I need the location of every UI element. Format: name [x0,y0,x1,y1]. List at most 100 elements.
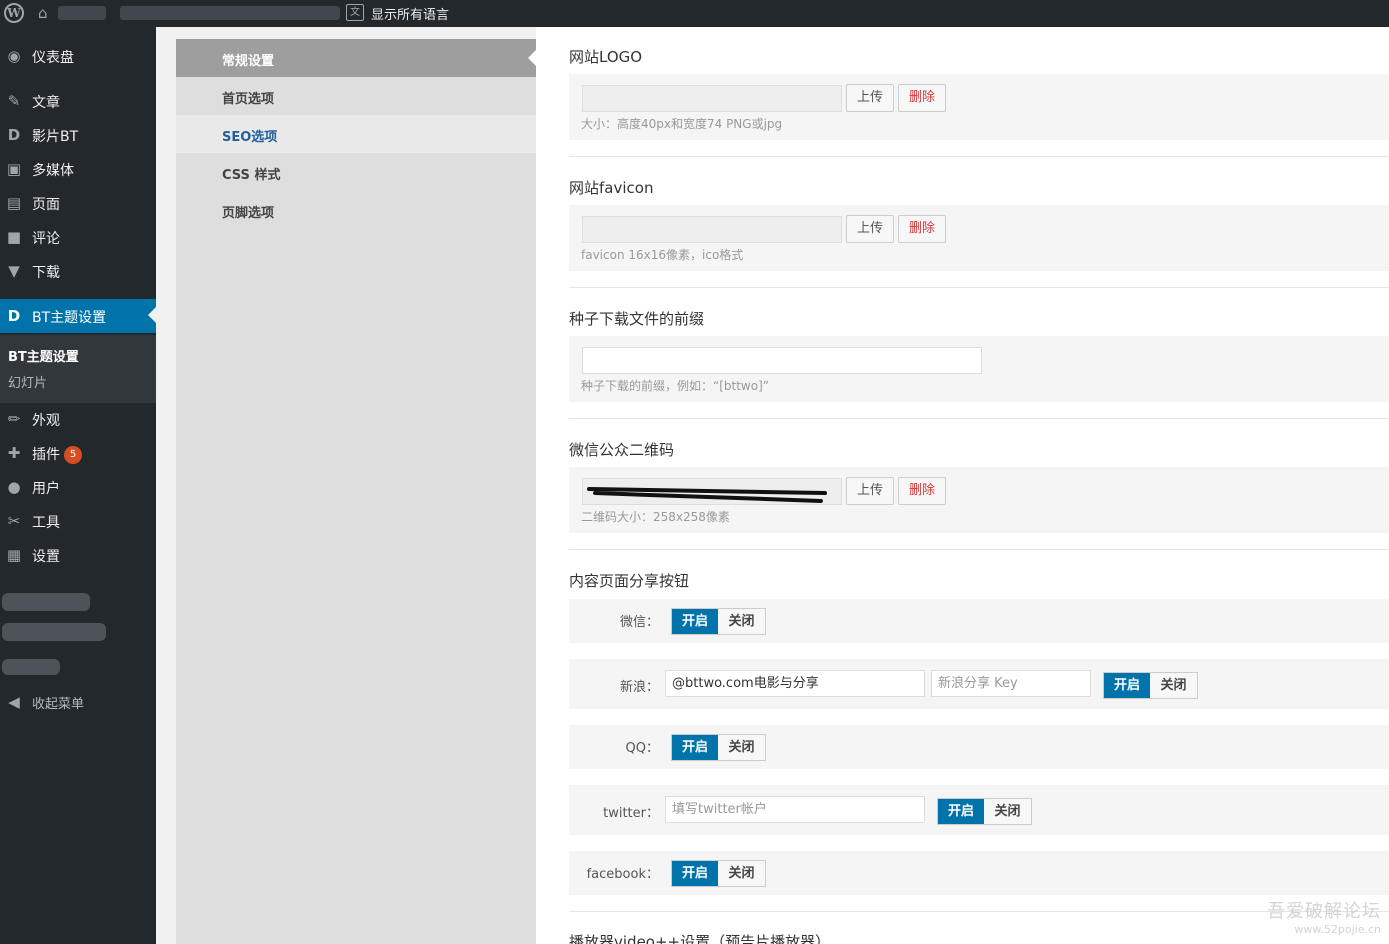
admin-sidebar: ◉ 仪表盘 ✎ 文章 D 影片BT ▣ 多媒体 ▤ 页面 ■ 评论 ▼ 下载 D… [0,27,156,944]
home-icon[interactable]: ⌂ [38,4,48,22]
menu-item-pages[interactable]: ▤ 页面 [0,186,156,220]
wechat-qr-hint: 二维码大小：258x258像素 [581,510,730,524]
toggle-off-option[interactable]: 关闭 [718,735,765,760]
logo-hint: 大小：高度40px和宽度74 PNG或jpg [581,117,783,131]
menu-item-bt-theme-settings[interactable]: D BT主题设置 [0,299,156,333]
share-weibo-toggle[interactable]: 开启 关闭 [1103,672,1198,699]
section-title-favicon: 网站favicon [569,179,654,197]
blurred-admin-items [120,6,340,20]
torrent-prefix-input[interactable] [582,347,982,374]
page-icon: ▤ [6,194,22,212]
menu-item-label: 仪表盘 [32,50,74,66]
menu-item-comments[interactable]: ■ 评论 [0,220,156,254]
share-row-weixin: 微信： 开启 关闭 [569,599,1389,643]
menu-item-label: 页面 [32,197,60,213]
menu-item-label: 用户 [32,481,60,497]
share-row-qq: QQ： 开启 关闭 [569,725,1389,769]
update-count-badge: 5 [64,446,82,464]
tab-footer[interactable]: 页脚选项 [176,191,536,229]
submenu-item-bt-theme-settings[interactable]: BT主题设置 [8,346,79,365]
admin-bar: W ⌂ 文 显示所有语言 [0,0,1389,27]
toggle-on-option[interactable]: 开启 [672,609,718,634]
wechat-qr-delete-button[interactable]: 删除 [898,477,946,505]
share-qq-toggle[interactable]: 开启 关闭 [671,734,766,761]
wrench-icon: ✂ [7,512,21,530]
favicon-url-input[interactable] [582,216,842,243]
menu-item-label: 插件 5 [32,444,82,464]
blurred-menu-item [2,659,60,675]
section-title-wechat-qr: 微信公众二维码 [569,441,675,459]
menu-item-dashboard[interactable]: ◉ 仪表盘 [0,39,156,73]
translate-icon[interactable]: 文 [346,4,364,21]
media-icon: ▣ [6,160,22,178]
toggle-on-option[interactable]: 开启 [672,861,718,886]
menu-item-movies-bt[interactable]: D 影片BT [0,118,156,152]
torrent-prefix-hint: 种子下载的前缀，例如：“[bttwo]” [581,379,769,393]
menu-item-plugins[interactable]: ✚ 插件 5 [0,436,156,470]
tab-seo[interactable]: SEO选项 [176,115,536,153]
share-facebook-toggle[interactable]: 开启 关闭 [671,860,766,887]
toggle-off-option[interactable]: 关闭 [718,609,765,634]
collapse-icon: ◀ [8,693,20,711]
dashboard-icon: ◉ [7,47,21,65]
menu-item-tools[interactable]: ✂ 工具 [0,504,156,538]
appearance-icon: ✏ [7,410,21,428]
menu-item-media[interactable]: ▣ 多媒体 [0,152,156,186]
blurred-menu-item [2,593,90,611]
toggle-on-option[interactable]: 开启 [938,799,984,824]
menu-item-label: 影片BT [32,129,79,145]
tab-label: CSS 样式 [222,168,281,183]
weibo-account-input[interactable]: @bttwo.com电影与分享 [665,670,925,697]
toggle-off-option[interactable]: 关闭 [1150,673,1197,698]
divider [569,156,1389,157]
d-icon: D [7,126,21,144]
menu-item-posts[interactable]: ✎ 文章 [0,84,156,118]
menu-item-label: 工具 [32,515,60,531]
twitter-account-input[interactable]: 填写twitter帐户 [665,796,925,823]
menu-item-downloads[interactable]: ▼ 下载 [0,254,156,288]
share-row-facebook: facebook： 开启 关闭 [569,851,1389,895]
weibo-key-input[interactable]: 新浪分享 Key [931,670,1091,697]
toggle-off-option[interactable]: 关闭 [984,799,1031,824]
menu-item-settings[interactable]: ▦ 设置 [0,538,156,572]
toggle-off-option[interactable]: 关闭 [718,861,765,886]
divider [569,418,1389,419]
tab-general[interactable]: 常规设置 [176,39,536,77]
comment-icon: ■ [6,228,22,246]
wechat-qr-url-input[interactable] [582,478,842,505]
menu-item-collapse[interactable]: ◀ 收起菜单 [0,685,156,719]
menu-item-label: 评论 [32,231,60,247]
share-twitter-toggle[interactable]: 开启 关闭 [937,798,1032,825]
share-weixin-label: 微信： [619,615,659,630]
share-weibo-label: 新浪： [619,680,659,695]
favicon-upload-button[interactable]: 上传 [846,215,894,243]
torrent-prefix-field: 种子下载的前缀，例如：“[bttwo]” [569,336,1389,402]
submenu-item-slides[interactable]: 幻灯片 [8,372,47,391]
menu-item-label: 外观 [32,413,60,429]
wordpress-logo-icon[interactable]: W [4,3,24,23]
logo-delete-button[interactable]: 删除 [898,84,946,112]
favicon-delete-button[interactable]: 删除 [898,215,946,243]
watermark-line2: www.52pojie.cn [1294,923,1381,936]
menu-item-appearance[interactable]: ✏ 外观 [0,402,156,436]
pin-icon: ✎ [7,92,21,110]
toggle-on-option[interactable]: 开启 [1104,673,1150,698]
share-facebook-label: facebook： [586,867,659,882]
submenu-bt-theme: BT主题设置 幻灯片 [0,335,156,403]
user-icon: ● [7,478,21,496]
tab-label: SEO选项 [222,130,278,145]
share-twitter-label: twitter： [603,806,659,821]
tab-css[interactable]: CSS 样式 [176,153,536,191]
placeholder-text: 填写twitter帐户 [672,802,767,817]
menu-item-label: 设置 [32,549,60,565]
d-icon: D [7,307,21,325]
tab-home[interactable]: 首页选项 [176,77,536,115]
logo-url-input[interactable] [582,85,842,112]
menu-item-users[interactable]: ● 用户 [0,470,156,504]
share-weixin-toggle[interactable]: 开启 关闭 [671,608,766,635]
logo-upload-button[interactable]: 上传 [846,84,894,112]
show-all-languages-link[interactable]: 显示所有语言 [371,4,449,23]
wechat-qr-upload-button[interactable]: 上传 [846,477,894,505]
watermark: 吾爱破解论坛 www.52pojie.cn [1267,897,1381,936]
toggle-on-option[interactable]: 开启 [672,735,718,760]
